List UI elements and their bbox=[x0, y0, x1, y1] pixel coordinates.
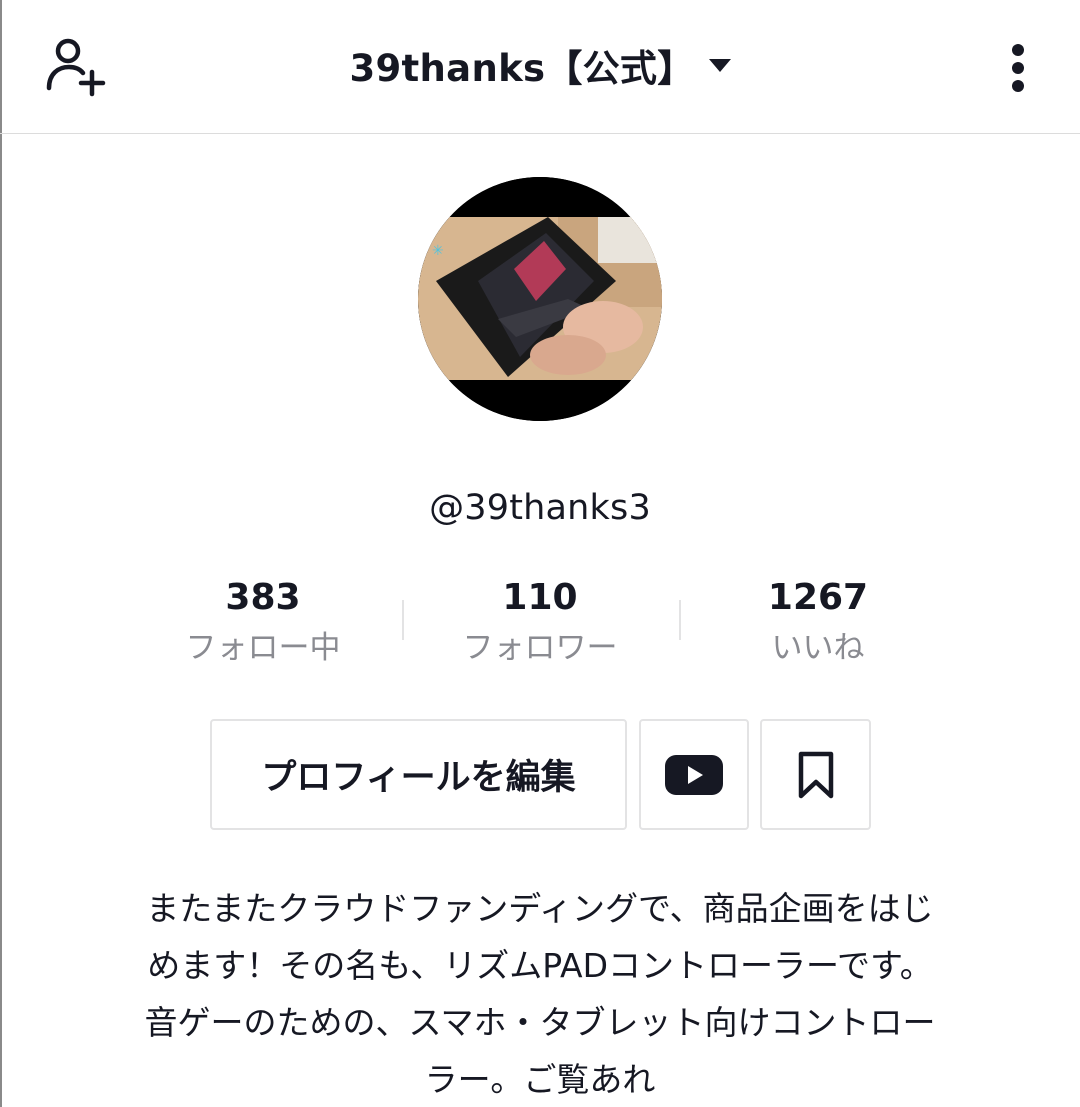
vertical-dots-icon bbox=[1012, 44, 1024, 56]
account-switcher[interactable]: 39thanks【公式】 bbox=[0, 38, 1080, 92]
followers-count: 110 bbox=[502, 577, 578, 618]
bio-line: またまたクラウドファンディングで、商品企画をはじ bbox=[146, 889, 934, 928]
window-edge bbox=[0, 0, 2, 1107]
svg-text:✳: ✳ bbox=[432, 243, 444, 259]
stat-divider bbox=[679, 600, 681, 640]
followers-label: フォロワー bbox=[462, 630, 618, 666]
profile-bio: またまたクラウドファンディングで、商品企画をはじ めます！その名も、リズムPAD… bbox=[100, 880, 980, 1107]
likes-stat[interactable]: 1267 いいね bbox=[688, 576, 948, 670]
avatar-photo: ✳ bbox=[418, 177, 662, 421]
bookmark-icon bbox=[798, 751, 833, 798]
youtube-icon bbox=[665, 754, 723, 795]
account-title: 39thanks【公式】 bbox=[349, 47, 695, 90]
profile-handle: @39thanks3 bbox=[429, 488, 651, 528]
youtube-link-button[interactable] bbox=[639, 719, 749, 830]
likes-label: いいね bbox=[771, 630, 865, 666]
stat-divider bbox=[402, 600, 404, 640]
following-stat[interactable]: 383 フォロー中 bbox=[133, 576, 393, 670]
caret-down-icon bbox=[708, 58, 731, 72]
bio-line: ラー。ご覧あれ bbox=[424, 1060, 656, 1099]
favorites-button[interactable] bbox=[760, 719, 871, 830]
following-label: フォロー中 bbox=[185, 630, 341, 666]
likes-count: 1267 bbox=[767, 577, 869, 618]
bio-line: めます！その名も、リズムPADコントローラーです。 bbox=[147, 946, 933, 985]
following-count: 383 bbox=[225, 577, 301, 618]
bio-line: 音ゲーのための、スマホ・タブレット向けコントロー bbox=[144, 1003, 936, 1042]
top-bar: 39thanks【公式】 bbox=[0, 0, 1080, 134]
more-options-button[interactable] bbox=[1002, 42, 1034, 94]
followers-stat[interactable]: 110 フォロワー bbox=[410, 576, 670, 670]
avatar[interactable]: ✳ bbox=[418, 177, 662, 421]
edit-profile-button[interactable]: プロフィールを編集 bbox=[210, 719, 627, 830]
